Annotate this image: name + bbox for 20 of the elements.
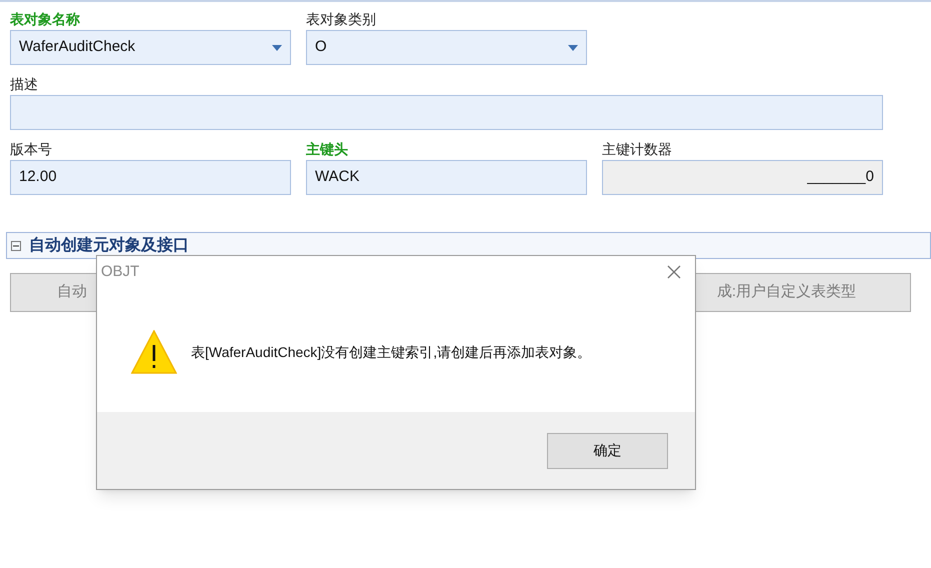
field-label: 主键计数器 [602, 140, 673, 159]
field-label: 表对象类别 [306, 10, 377, 29]
section-header[interactable]: 自动创建元对象及接口 [6, 232, 931, 259]
collapse-icon[interactable] [11, 240, 21, 250]
caret-icon [272, 44, 282, 50]
warning-icon [131, 330, 177, 374]
field-label: 主键头 [306, 140, 349, 159]
caret-icon [568, 44, 578, 50]
field-label: 表对象名称 [10, 10, 81, 29]
dialog-message: 表[WaferAuditCheck]没有创建主键索引,请创建后再添加表对象。 [191, 343, 592, 362]
dropdown-field[interactable]: WaferAuditCheck [10, 30, 291, 65]
close-icon[interactable] [667, 265, 681, 279]
dropdown-field[interactable]: O [306, 30, 587, 65]
input-field[interactable] [10, 95, 883, 130]
dialog-title: OBJT [101, 262, 140, 282]
input-field[interactable]: 12.00 [10, 160, 291, 195]
input-field[interactable]: WACK [306, 160, 587, 195]
field-label: 描述 [10, 75, 39, 94]
field-label: 版本号 [10, 140, 53, 159]
ok-button[interactable]: 确定 [547, 432, 668, 468]
